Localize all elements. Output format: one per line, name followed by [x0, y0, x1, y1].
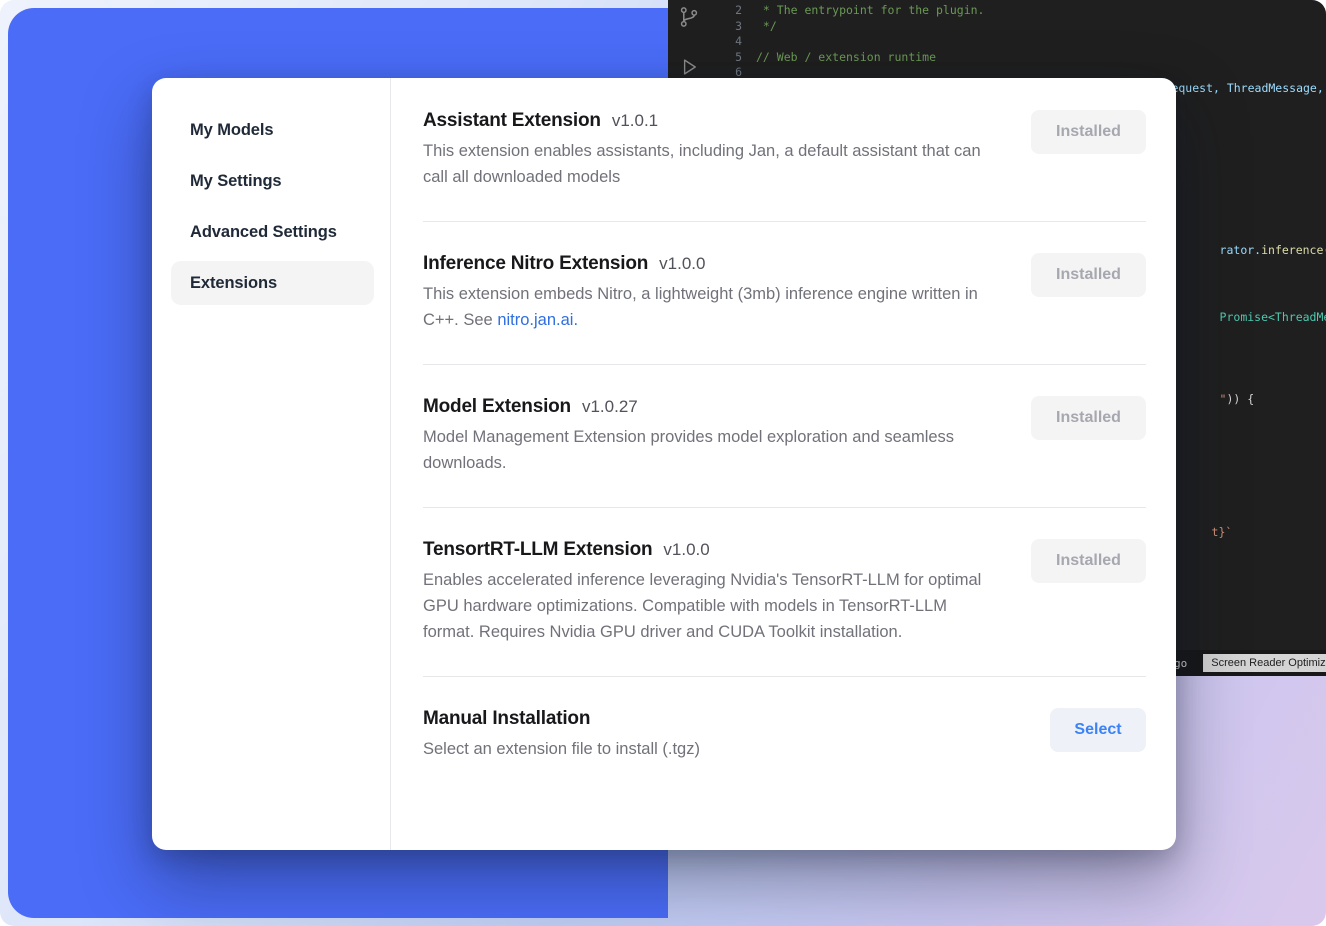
extension-description: Model Management Extension provides mode…: [423, 424, 1001, 476]
extension-title: Model Extension: [423, 396, 571, 418]
extension-version: v1.0.0: [659, 254, 705, 274]
extension-title: Manual Installation: [423, 708, 590, 730]
extension-title: Inference Nitro Extension: [423, 253, 648, 275]
select-file-button[interactable]: Select: [1050, 708, 1146, 752]
source-control-branch-icon: [678, 6, 700, 33]
installed-button[interactable]: Installed: [1031, 396, 1146, 440]
settings-modal: My Models My Settings Advanced Settings …: [152, 78, 1176, 850]
code-fragment: t}`: [1170, 511, 1232, 553]
line-number: 4: [724, 34, 742, 50]
code-line: 3 */: [724, 19, 1326, 35]
code-function: inference: [1261, 243, 1323, 257]
extension-version: v1.0.27: [582, 397, 638, 417]
scene: 2 * The entrypoint for the plugin. 3 */ …: [0, 0, 1326, 926]
extension-description: This extension enables assistants, inclu…: [423, 138, 1001, 190]
code-line: 5 // Web / extension runtime: [724, 50, 1326, 66]
extension-description: Enables accelerated inference leveraging…: [423, 567, 1001, 645]
code-type: Promise<ThreadMessage>: [1220, 310, 1326, 324]
code-comment: * The entrypoint for the plugin.: [756, 3, 984, 19]
section-manual-installation: Manual Installation Select an extension …: [423, 677, 1146, 782]
extension-description: This extension embeds Nitro, a lightweig…: [423, 281, 1001, 333]
code-line: 2 * The entrypoint for the plugin.: [724, 3, 1326, 19]
installed-button[interactable]: Installed: [1031, 539, 1146, 583]
installed-button[interactable]: Installed: [1031, 110, 1146, 154]
sidebar-item-advanced-settings[interactable]: Advanced Settings: [171, 210, 374, 254]
section-model-extension: Model Extension v1.0.27 Model Management…: [423, 365, 1146, 508]
sidebar-item-extensions[interactable]: Extensions: [171, 261, 374, 305]
code-line: 4: [724, 34, 1326, 50]
extension-version: v1.0.0: [663, 540, 709, 560]
code-fragment: Promise<ThreadMessage>: [1178, 296, 1326, 338]
editor-activity-bar: [678, 6, 700, 82]
section-tensorrt-llm-extension: TensortRT-LLM Extension v1.0.0 Enables a…: [423, 508, 1146, 677]
settings-sidebar: My Models My Settings Advanced Settings …: [152, 78, 391, 850]
section-assistant-extension: Assistant Extension v1.0.1 This extensio…: [423, 110, 1146, 222]
line-number: 5: [724, 50, 742, 66]
extension-title: Assistant Extension: [423, 110, 601, 132]
code-identifier: rator.: [1220, 243, 1262, 257]
extension-description: Select an extension file to install (.tg…: [423, 736, 700, 762]
extension-version: v1.0.1: [612, 111, 658, 131]
sidebar-item-my-models[interactable]: My Models: [171, 108, 374, 152]
line-number: 2: [724, 3, 742, 19]
extension-title: TensortRT-LLM Extension: [423, 539, 652, 561]
code-comment: // Web / extension runtime: [756, 50, 936, 66]
sidebar-item-my-settings[interactable]: My Settings: [171, 159, 374, 203]
code-template-string: t}`: [1212, 525, 1233, 539]
code-punct: )) {: [1226, 392, 1254, 406]
nitro-jan-ai-link[interactable]: nitro.jan.ai.: [497, 311, 578, 329]
code-fragment: rator.inference(data));: [1178, 229, 1326, 271]
code-comment: */: [756, 19, 777, 35]
installed-button[interactable]: Installed: [1031, 253, 1146, 297]
extensions-list: Assistant Extension v1.0.1 This extensio…: [391, 78, 1176, 850]
code-fragment: ")) {: [1178, 378, 1254, 420]
line-number: 3: [724, 19, 742, 35]
screen-reader-chip[interactable]: Screen Reader Optimized: [1203, 654, 1326, 672]
section-inference-nitro-extension: Inference Nitro Extension v1.0.0 This ex…: [423, 222, 1146, 365]
